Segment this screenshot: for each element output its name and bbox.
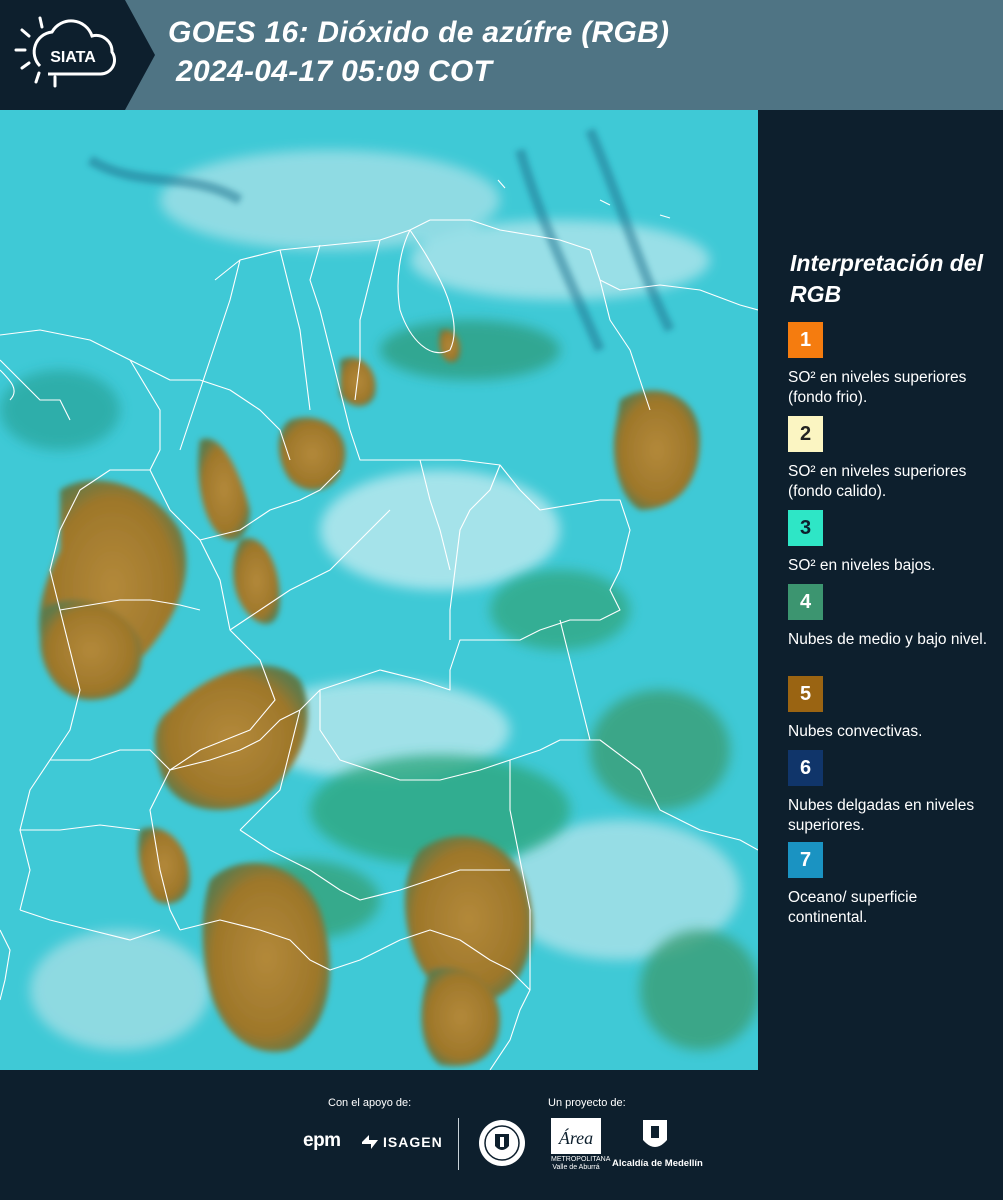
legend-item-7: 7 Oceano/ superficie continental. bbox=[788, 842, 998, 928]
legend-label-1: SO² en niveles superiores (fondo frio). bbox=[788, 369, 967, 406]
legend-title: Interpretación del RGB bbox=[790, 250, 983, 307]
legend-panel: Interpretación del RGB 1 SO² en niveles … bbox=[758, 110, 1003, 1070]
university-seal-icon bbox=[479, 1120, 525, 1166]
svg-text:SIATA: SIATA bbox=[50, 49, 96, 66]
epm-logo: epm bbox=[303, 1130, 341, 1151]
siata-logo-icon: SIATA bbox=[0, 0, 155, 110]
legend-item-1: 1 SO² en niveles superiores (fondo frio)… bbox=[788, 322, 998, 408]
project-caption: Un proyecto de: bbox=[548, 1097, 626, 1109]
legend-label-4: Nubes de medio y bajo nivel. bbox=[788, 631, 988, 648]
legend-swatch-2: 2 bbox=[788, 416, 823, 452]
legend-swatch-3: 3 bbox=[788, 510, 823, 546]
svg-text:Área: Área bbox=[558, 1127, 593, 1148]
legend-swatch-4: 4 bbox=[788, 584, 823, 620]
legend-label-6: Nubes delgadas en niveles superiores. bbox=[788, 797, 975, 834]
rgb-satellite-image bbox=[0, 110, 758, 1070]
satellite-map[interactable] bbox=[0, 110, 758, 1070]
support-caption: Con el apoyo de: bbox=[328, 1097, 412, 1109]
legend-swatch-5: 5 bbox=[788, 676, 823, 712]
timestamp: 2024-04-17 05:09 COT bbox=[176, 55, 493, 88]
isagen-logo: ISAGEN bbox=[383, 1134, 443, 1150]
legend-item-2: 2 SO² en niveles superiores (fondo calid… bbox=[788, 416, 998, 502]
area-metropolitana-logo: Área bbox=[551, 1118, 601, 1154]
legend-label-2: SO² en niveles superiores (fondo calido)… bbox=[788, 463, 967, 500]
alcaldia-shield-icon bbox=[643, 1120, 667, 1147]
header-bar: SIATA GOES 16: Dióxido de azúfre (RGB) 2… bbox=[0, 0, 1003, 110]
footer-divider bbox=[458, 1118, 459, 1170]
legend-swatch-1: 1 bbox=[788, 322, 823, 358]
siata-logo: SIATA bbox=[0, 0, 155, 110]
area-metropolitana-caption: METROPOLITANA Valle de Aburrá bbox=[551, 1156, 611, 1171]
page-title: GOES 16: Dióxido de azúfre (RGB) bbox=[168, 16, 670, 49]
legend-label-7: Oceano/ superficie continental. bbox=[788, 889, 918, 926]
footer: Con el apoyo de: Un proyecto de: epm ISA… bbox=[0, 1070, 1003, 1200]
isagen-icon bbox=[362, 1135, 378, 1149]
legend-item-4: 4 Nubes de medio y bajo nivel. bbox=[788, 584, 998, 670]
alcaldia-label: Alcaldía de Medellín bbox=[612, 1158, 703, 1169]
legend-item-6: 6 Nubes delgadas en niveles superiores. bbox=[788, 750, 998, 836]
legend-swatch-6: 6 bbox=[788, 750, 823, 786]
legend-swatch-7: 7 bbox=[788, 842, 823, 878]
